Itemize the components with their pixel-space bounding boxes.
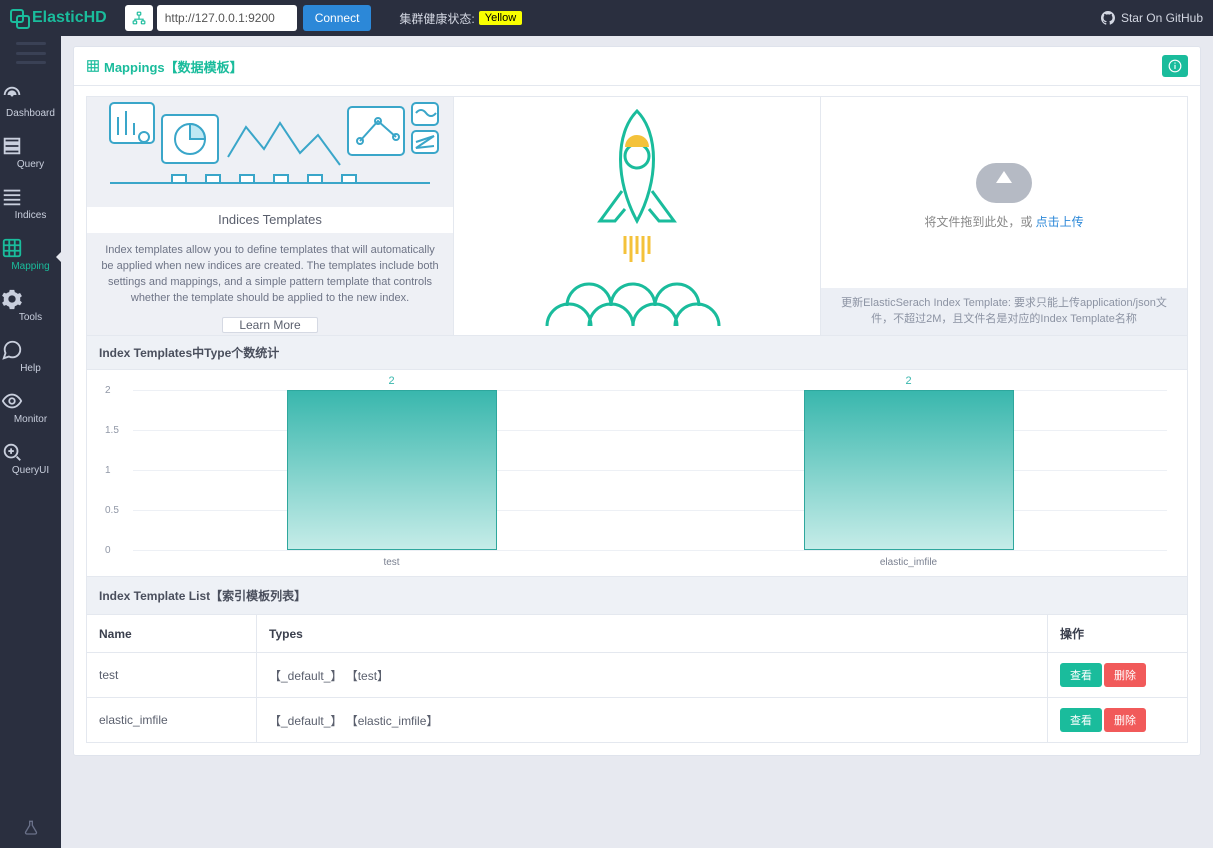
upload-click-link[interactable]: 点击上传 (1036, 215, 1084, 229)
es-url-input[interactable] (157, 5, 297, 31)
sidebar-item-label: QueryUI (12, 465, 49, 476)
chart-bar: 2 (804, 390, 1014, 550)
view-button[interactable]: 查看 (1060, 663, 1102, 687)
cell-ops: 查看删除 (1048, 698, 1188, 743)
dashboard-icon (0, 84, 61, 106)
templates-illustration (87, 97, 453, 207)
bar-value-label: 2 (905, 375, 911, 387)
pane-indices-templates: Indices Templates Index templates allow … (86, 96, 454, 336)
menu-toggle[interactable] (16, 42, 46, 64)
sidebar-item-label: Indices (15, 210, 47, 221)
delete-button[interactable]: 删除 (1104, 663, 1146, 687)
indices-icon (0, 186, 61, 208)
bar-column: 2test (133, 390, 650, 550)
upload-hint: 更新ElasticSerach Index Template: 要求只能上传ap… (821, 288, 1187, 335)
monitor-icon (0, 390, 61, 412)
health-label: 集群健康状态: (399, 10, 474, 27)
health-badge: Yellow (479, 11, 522, 25)
delete-button[interactable]: 删除 (1104, 708, 1146, 732)
templates-caption: Indices Templates (87, 207, 453, 233)
sitemap-button[interactable] (125, 5, 153, 31)
info-button[interactable] (1162, 55, 1188, 77)
flask-icon (23, 818, 39, 848)
sidebar-item-label: Mapping (11, 261, 49, 272)
template-table: Name Types 操作 test【_default_】 【test】查看删除… (86, 615, 1188, 743)
connect-button[interactable]: Connect (303, 5, 372, 31)
brand-text: ElasticHD (32, 9, 107, 27)
sidebar-item-label: Help (20, 363, 41, 374)
cell-types: 【_default_】 【elastic_imfile】 (257, 698, 1048, 743)
sidebar-item-label: Dashboard (6, 108, 55, 119)
upload-drop-text: 将文件拖到此处，或 (924, 215, 1035, 229)
queryui-icon (0, 441, 61, 463)
brand-logo: ElasticHD (10, 9, 107, 27)
learn-more-button[interactable]: Learn More (222, 317, 318, 333)
col-name: Name (87, 615, 257, 653)
cell-name: elastic_imfile (87, 698, 257, 743)
chart-panel: 00.511.522test2elastic_imfile (86, 370, 1188, 577)
github-link[interactable]: Star On GitHub (1101, 11, 1203, 25)
sidebar: Dashboard Query Indices Mapping Tools (0, 36, 61, 848)
bar-column: 2elastic_imfile (650, 390, 1167, 550)
page-title: Mappings【数据模板】 (104, 57, 243, 76)
sidebar-item-help[interactable]: Help (0, 333, 61, 384)
templates-desc: Index templates allow you to define temp… (87, 233, 453, 317)
bar-value-label: 2 (388, 375, 394, 387)
sidebar-item-label: Tools (19, 312, 42, 323)
table-row: test【_default_】 【test】查看删除 (87, 653, 1188, 698)
sidebar-item-indices[interactable]: Indices (0, 180, 61, 231)
mapping-icon (0, 237, 61, 259)
sidebar-item-tools[interactable]: Tools (0, 282, 61, 333)
sidebar-item-mapping[interactable]: Mapping (0, 231, 61, 282)
rocket-illustration (517, 101, 757, 331)
sidebar-item-queryui[interactable]: QueryUI (0, 435, 61, 486)
cell-ops: 查看删除 (1048, 653, 1188, 698)
query-icon (0, 135, 61, 157)
chart-section-title: Index Templates中Type个数统计 (86, 336, 1188, 370)
list-section-title: Index Template List【索引模板列表】 (86, 577, 1188, 615)
sidebar-item-query[interactable]: Query (0, 129, 61, 180)
bar-x-label: test (383, 557, 399, 568)
github-link-label: Star On GitHub (1121, 11, 1203, 25)
sidebar-item-label: Monitor (14, 414, 47, 425)
tools-icon (0, 288, 61, 310)
table-row: elastic_imfile【_default_】 【elastic_imfil… (87, 698, 1188, 743)
cell-name: test (87, 653, 257, 698)
y-gridline: 0 (133, 550, 1167, 551)
pane-upload: 将文件拖到此处，或 点击上传 更新ElasticSerach Index Tem… (821, 96, 1188, 336)
brand-icon (10, 9, 28, 27)
help-icon (0, 339, 61, 361)
bar-x-label: elastic_imfile (880, 557, 937, 568)
col-types: Types (257, 615, 1048, 653)
col-ops: 操作 (1048, 615, 1188, 653)
sidebar-item-label: Query (17, 159, 44, 170)
upload-cloud-icon (976, 163, 1032, 203)
view-button[interactable]: 查看 (1060, 708, 1102, 732)
sidebar-item-monitor[interactable]: Monitor (0, 384, 61, 435)
cell-types: 【_default_】 【test】 (257, 653, 1048, 698)
sidebar-item-dashboard[interactable]: Dashboard (0, 78, 61, 129)
chart-bar: 2 (287, 390, 497, 550)
grid-icon (86, 59, 100, 73)
pane-rocket (454, 96, 821, 336)
